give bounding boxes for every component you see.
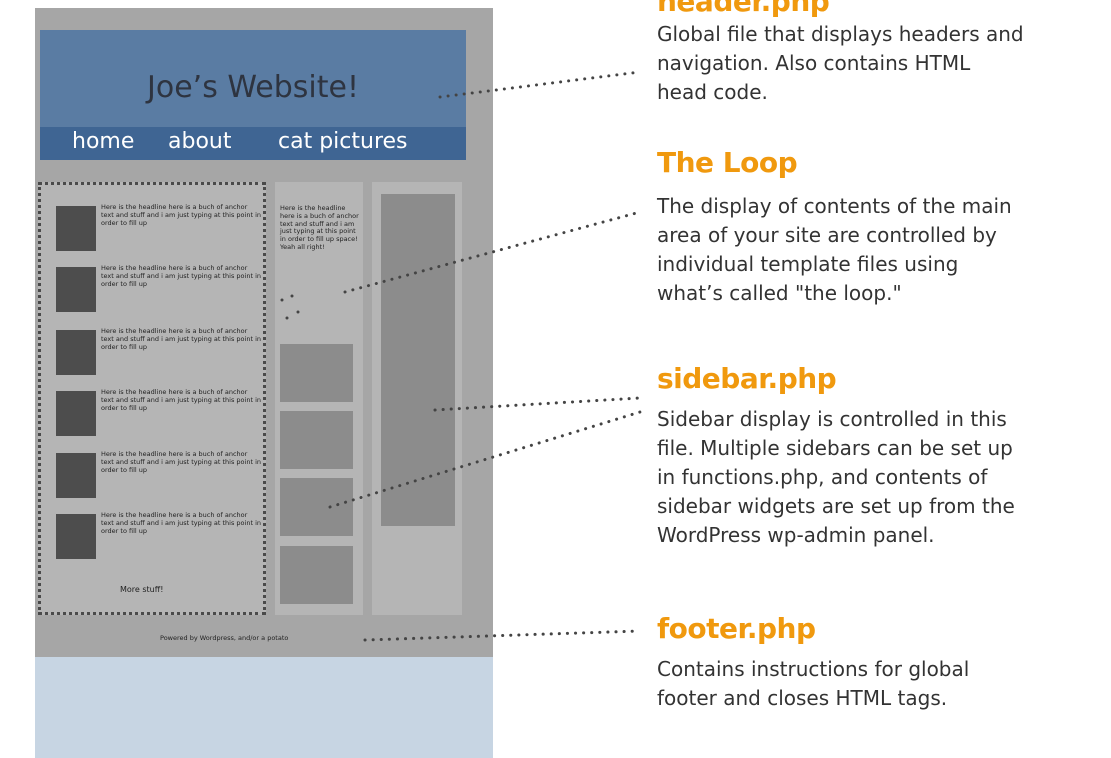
footer-leader-line [363, 629, 642, 642]
loop-area-dot [290, 294, 294, 298]
sidebar-leader-line-1 [433, 396, 642, 412]
sidebar-php-description: Sidebar display is controlled in this fi… [657, 407, 1015, 547]
loop-area-dot [296, 310, 300, 314]
loop-area-dot [285, 316, 289, 320]
header-php-label: header.php [657, 0, 830, 18]
footer-php-label: footer.php [657, 612, 816, 645]
header-leader-line [438, 70, 642, 99]
footer-php-description: Contains instructions for global footer … [657, 657, 970, 710]
leader-lines [280, 70, 642, 642]
loop-leader-line [343, 210, 642, 294]
the-loop-label: The Loop [657, 146, 798, 179]
loop-area-dot [280, 298, 284, 302]
the-loop-description: The display of contents of the main area… [657, 194, 1012, 305]
sidebar-php-label: sidebar.php [657, 362, 837, 395]
sidebar-leader-line-2 [328, 410, 642, 509]
header-php-description: Global file that displays headers and na… [657, 22, 1024, 104]
